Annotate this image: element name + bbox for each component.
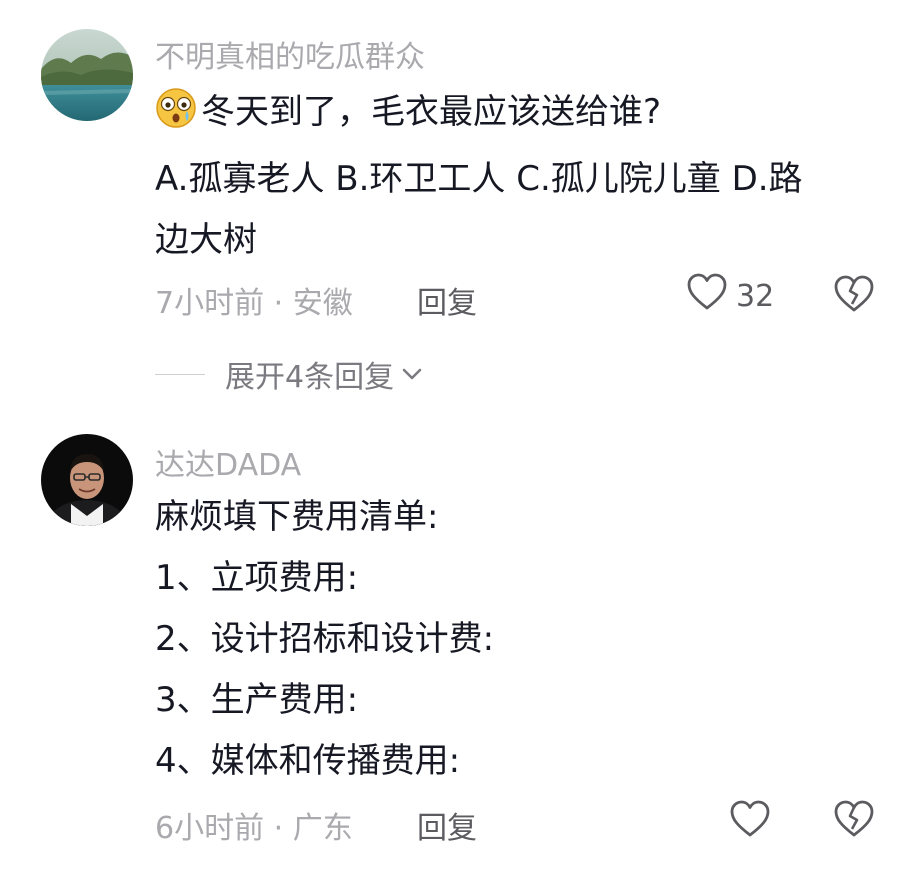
comment-body: 麻烦填下费用清单: 1、立项费用: 2、设计招标和设计费: 3、生产费用: 4、… [155,487,895,792]
dislike-button[interactable] [833,274,875,318]
comment-body: 冬天到了，毛衣最应该送给谁? A.孤寡老人 B.环卫工人 C.孤儿院儿童 D.路… [155,82,895,271]
like-button[interactable]: 32 [686,272,774,320]
comment-line: 冬天到了，毛衣最应该送给谁? [155,82,895,149]
comment-line: 边大树 [155,220,257,260]
comment-line: 2、设计招标和设计费: [155,619,495,659]
comment-line: 4、媒体和传播费用: [155,741,461,781]
divider [155,373,205,375]
comment-line: A.孤寡老人 B.环卫工人 C.孤儿院儿童 D.路 [155,159,803,199]
like-count: 32 [736,278,775,314]
comment-time-location: 6小时前 · 广东 [155,811,353,846]
expand-replies-label: 展开4条回复 [225,360,395,395]
dislike-button[interactable] [833,799,875,843]
expand-replies-button[interactable]: 展开4条回复 [155,352,424,396]
reply-button[interactable]: 回复 [417,278,477,322]
comment-line: 麻烦填下费用清单: [155,497,439,537]
comment-line-text: 冬天到了，毛衣最应该送给谁? [201,92,662,132]
avatar[interactable] [41,434,133,526]
comment-line: 3、生产费用: [155,680,359,720]
heart-outline-icon [686,272,728,320]
comment-username[interactable]: 不明真相的吃瓜群众 [155,32,425,76]
comment-line: 1、立项费用: [155,558,359,598]
broken-heart-icon [833,275,875,318]
astonished-face-emoji-icon [155,87,197,149]
chevron-down-icon [400,364,424,384]
broken-heart-icon [833,800,875,843]
comment-username[interactable]: 达达DADA [155,440,301,484]
heart-outline-icon [729,799,771,847]
avatar[interactable] [41,29,133,121]
like-button[interactable] [729,799,771,847]
reply-button[interactable]: 回复 [417,803,477,847]
comment-item: 不明真相的吃瓜群众 冬天到了，毛衣最应该送给谁? A.孤寡老人 B.环卫工人 C… [0,0,922,420]
comment-time-location: 7小时前 · 安徽 [155,286,353,321]
comment-item: 达达DADA 麻烦填下费用清单: 1、立项费用: 2、设计招标和设计费: 3、生… [0,420,922,879]
